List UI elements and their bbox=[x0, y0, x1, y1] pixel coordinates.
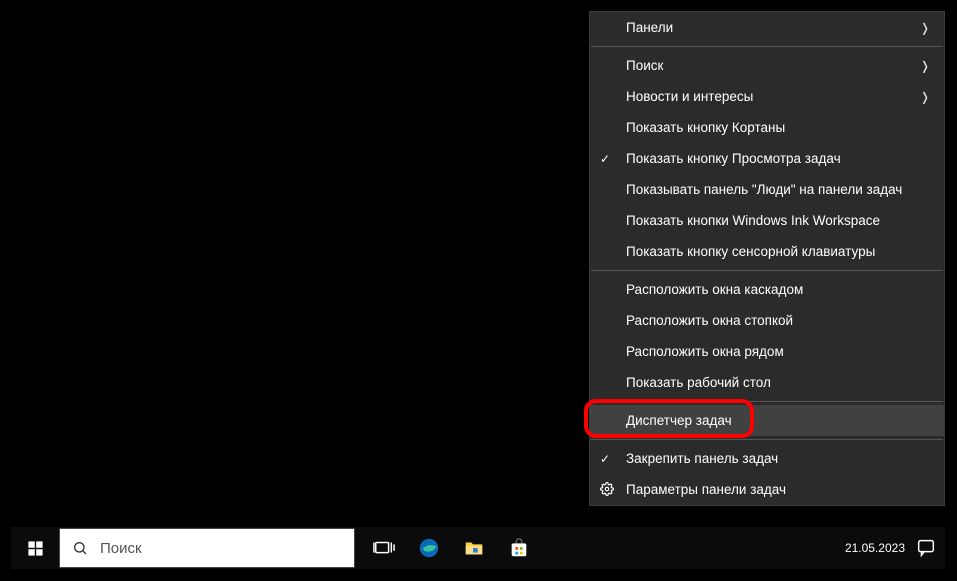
menu-separator bbox=[591, 401, 943, 402]
chevron-right-icon: ❭ bbox=[920, 60, 930, 72]
taskbar-clock[interactable]: 21.05.2023 bbox=[845, 541, 905, 555]
notification-icon bbox=[915, 537, 937, 559]
menu-label: Диспетчер задач bbox=[626, 414, 930, 428]
search-placeholder: Поиск bbox=[100, 540, 142, 557]
taskbar-date: 21.05.2023 bbox=[845, 541, 905, 555]
menu-item-show-cortana[interactable]: Показать кнопку Кортаны bbox=[590, 112, 944, 143]
desktop-area[interactable] bbox=[11, 11, 584, 527]
chevron-right-icon: ❭ bbox=[920, 91, 930, 103]
menu-separator bbox=[591, 270, 943, 271]
menu-separator bbox=[591, 46, 943, 47]
menu-label: Расположить окна стопкой bbox=[626, 314, 930, 328]
menu-label: Показать рабочий стол bbox=[626, 376, 930, 390]
task-view-icon bbox=[373, 537, 395, 559]
search-box[interactable]: Поиск bbox=[59, 528, 355, 568]
menu-label: Показать кнопку Кортаны bbox=[626, 121, 930, 135]
search-icon bbox=[60, 540, 100, 556]
menu-item-show-people[interactable]: Показывать панель "Люди" на панели задач bbox=[590, 174, 944, 205]
menu-item-side-by-side[interactable]: Расположить окна рядом bbox=[590, 336, 944, 367]
menu-item-cascade[interactable]: Расположить окна каскадом bbox=[590, 274, 944, 305]
menu-item-stack[interactable]: Расположить окна стопкой bbox=[590, 305, 944, 336]
start-button[interactable] bbox=[11, 527, 59, 569]
menu-item-search[interactable]: Поиск ❭ bbox=[590, 50, 944, 81]
menu-label: Расположить окна каскадом bbox=[626, 283, 930, 297]
menu-item-taskbar-settings[interactable]: Параметры панели задач bbox=[590, 474, 944, 505]
menu-separator bbox=[591, 439, 943, 440]
gear-icon bbox=[600, 482, 614, 498]
menu-item-show-touch-kbd[interactable]: Показать кнопку сенсорной клавиатуры bbox=[590, 236, 944, 267]
menu-item-lock-taskbar[interactable]: ✓ Закрепить панель задач bbox=[590, 443, 944, 474]
menu-item-news[interactable]: Новости и интересы ❭ bbox=[590, 81, 944, 112]
system-tray: 21.05.2023 bbox=[845, 537, 945, 559]
menu-label: Показать кнопку Просмотра задач bbox=[626, 152, 930, 166]
menu-label: Показать кнопку сенсорной клавиатуры bbox=[626, 245, 930, 259]
menu-item-show-taskview[interactable]: ✓ Показать кнопку Просмотра задач bbox=[590, 143, 944, 174]
menu-item-panels[interactable]: Панели ❭ bbox=[590, 12, 944, 43]
menu-label: Расположить окна рядом bbox=[626, 345, 930, 359]
task-view-button[interactable] bbox=[361, 527, 406, 569]
menu-label: Параметры панели задач bbox=[626, 483, 930, 497]
taskbar-app-store[interactable] bbox=[496, 527, 541, 569]
taskbar-context-menu: Панели ❭ Поиск ❭ Новости и интересы ❭ По… bbox=[589, 11, 945, 506]
taskbar-app-edge[interactable] bbox=[406, 527, 451, 569]
menu-label: Показать кнопки Windows Ink Workspace bbox=[626, 214, 930, 228]
store-icon bbox=[508, 537, 530, 559]
taskbar[interactable]: Поиск 21.05 bbox=[11, 527, 945, 569]
menu-label: Показывать панель "Люди" на панели задач bbox=[626, 183, 930, 197]
check-icon: ✓ bbox=[600, 453, 610, 465]
chevron-right-icon: ❭ bbox=[920, 22, 930, 34]
edge-icon bbox=[418, 537, 440, 559]
folder-icon bbox=[463, 537, 485, 559]
check-icon: ✓ bbox=[600, 153, 610, 165]
menu-item-show-desktop[interactable]: Показать рабочий стол bbox=[590, 367, 944, 398]
menu-label: Новости и интересы bbox=[626, 90, 920, 104]
menu-item-show-ink[interactable]: Показать кнопки Windows Ink Workspace bbox=[590, 205, 944, 236]
taskbar-app-explorer[interactable] bbox=[451, 527, 496, 569]
menu-item-task-manager[interactable]: Диспетчер задач bbox=[590, 405, 944, 436]
menu-label: Панели bbox=[626, 21, 920, 35]
menu-label: Поиск bbox=[626, 59, 920, 73]
action-center-button[interactable] bbox=[915, 537, 937, 559]
menu-label: Закрепить панель задач bbox=[626, 452, 930, 466]
windows-icon bbox=[27, 540, 44, 557]
